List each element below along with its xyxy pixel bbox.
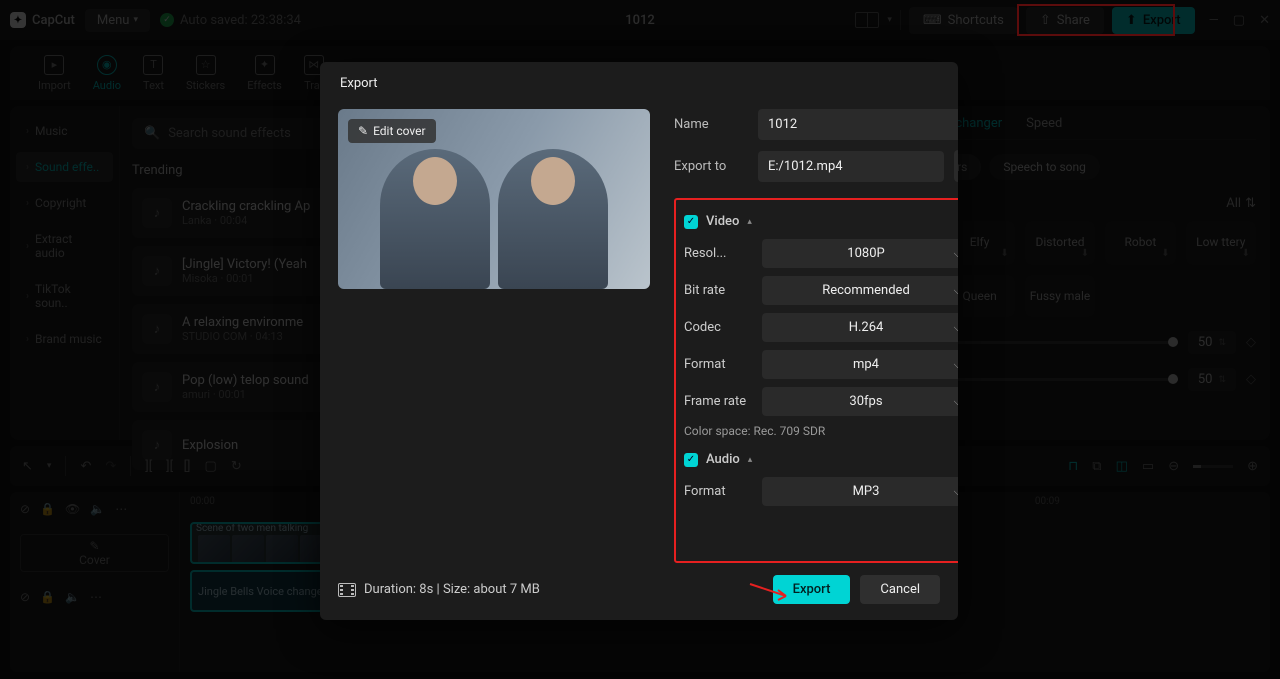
name-label: Name <box>674 117 748 132</box>
format-label: Format <box>684 357 762 372</box>
name-input[interactable] <box>758 109 958 140</box>
cover-preview: ✎Edit cover <box>338 109 650 289</box>
audio-section-label: Audio <box>706 452 740 467</box>
video-section-label: Video <box>706 214 739 229</box>
export-modal: Export ✎Edit cover Name Export to 🗀 ✓ Vi… <box>320 62 958 620</box>
export-settings-highlight: ✓ Video ▴ Resol...1080P Bit rateRecommen… <box>674 198 958 563</box>
codec-label: Codec <box>684 320 762 335</box>
export-path-input[interactable] <box>758 151 944 182</box>
export-button[interactable]: Export <box>773 575 851 604</box>
bitrate-select[interactable]: Recommended <box>762 276 958 305</box>
bitrate-label: Bit rate <box>684 283 762 298</box>
video-checkbox[interactable]: ✓ <box>684 215 698 229</box>
audio-format-label: Format <box>684 484 762 499</box>
modal-title: Export <box>320 62 958 101</box>
fps-select[interactable]: 30fps <box>762 387 958 416</box>
codec-select[interactable]: H.264 <box>762 313 958 342</box>
duration-info: Duration: 8s | Size: about 7 MB <box>338 582 540 597</box>
resolution-label: Resol... <box>684 246 762 261</box>
film-icon <box>338 583 356 597</box>
fps-label: Frame rate <box>684 394 762 409</box>
resolution-select[interactable]: 1080P <box>762 239 958 268</box>
format-select[interactable]: mp4 <box>762 350 958 379</box>
chevron-up-icon[interactable]: ▴ <box>748 455 753 465</box>
pencil-icon: ✎ <box>358 124 368 138</box>
export-to-label: Export to <box>674 159 748 174</box>
audio-format-select[interactable]: MP3 <box>762 477 958 506</box>
browse-folder-button[interactable]: 🗀 <box>954 150 958 182</box>
chevron-up-icon[interactable]: ▴ <box>747 217 752 227</box>
color-space-note: Color space: Rec. 709 SDR <box>684 424 958 438</box>
edit-cover-button[interactable]: ✎Edit cover <box>348 119 436 143</box>
audio-checkbox[interactable]: ✓ <box>684 453 698 467</box>
cancel-button[interactable]: Cancel <box>860 575 940 604</box>
